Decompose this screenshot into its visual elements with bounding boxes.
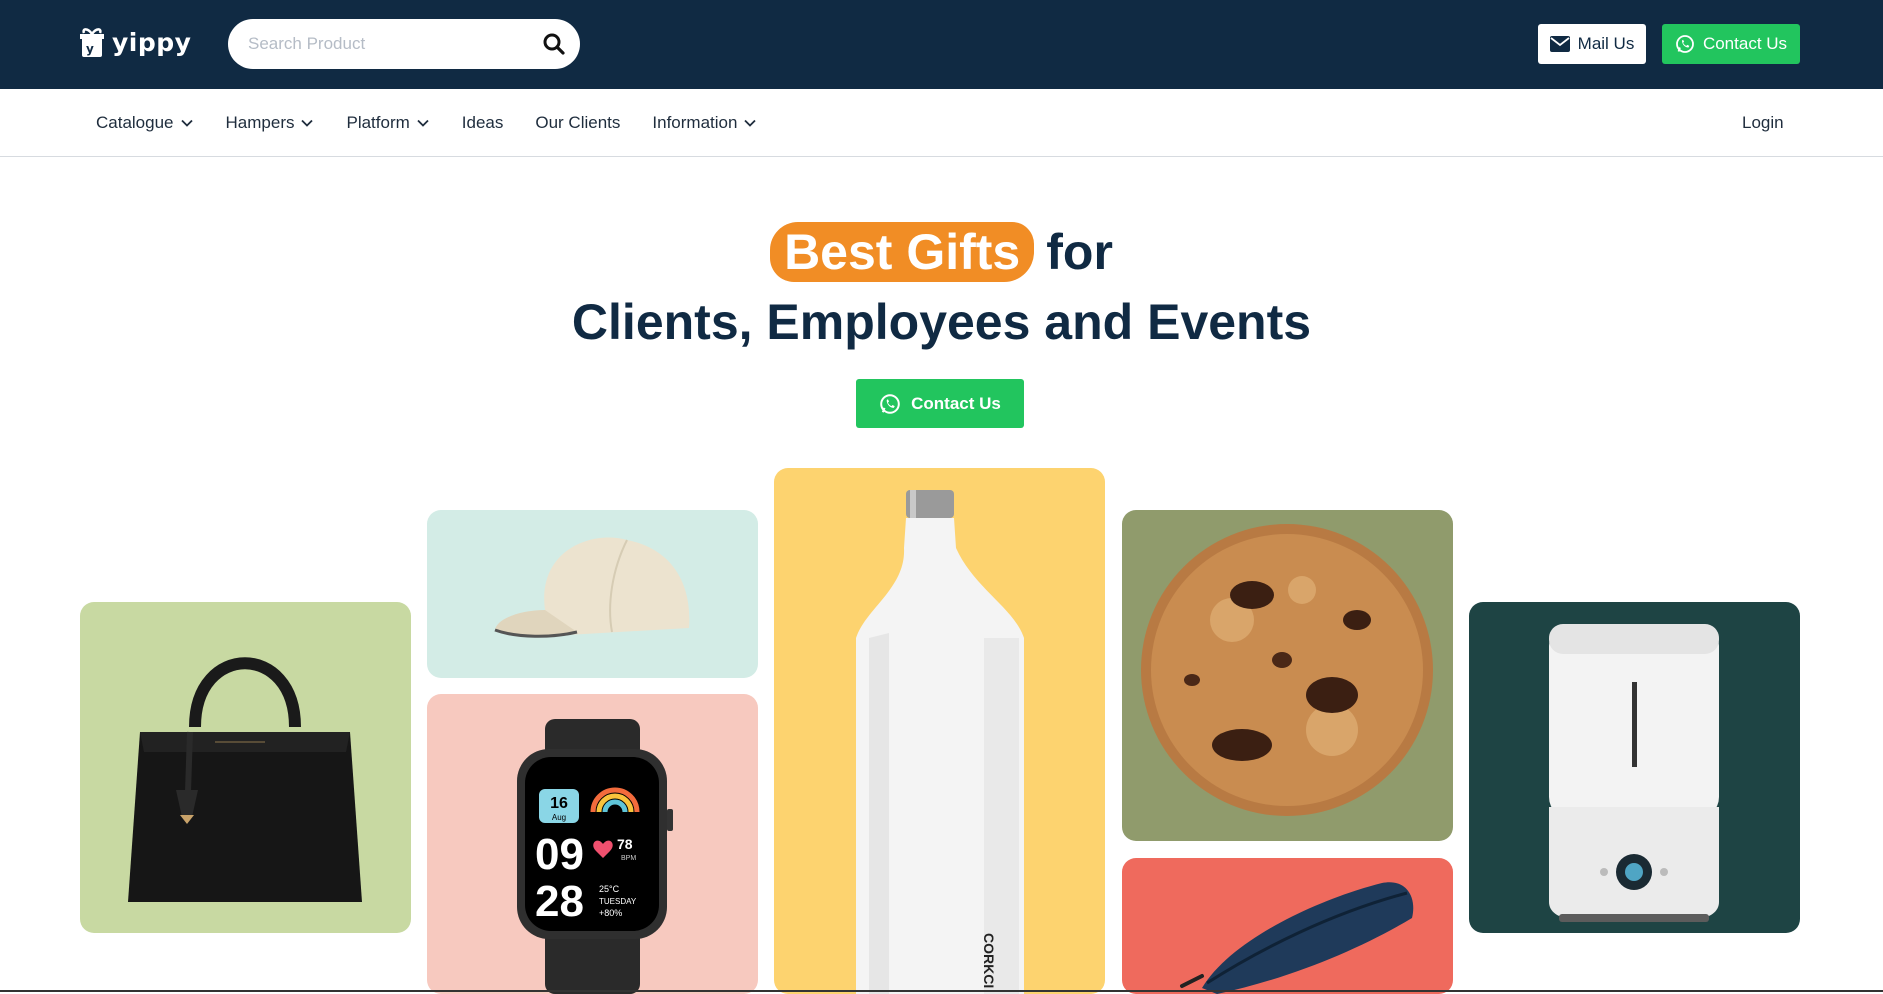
- watch-date: 16: [550, 795, 568, 812]
- hero-title-rest: for: [1046, 224, 1113, 280]
- chevron-down-icon: [417, 119, 429, 127]
- gift-logo-icon: y: [80, 28, 104, 57]
- pouch-image: [1180, 882, 1414, 994]
- logo[interactable]: y yippy: [78, 26, 191, 58]
- product-card-smartwatch[interactable]: 16 Aug 09 28 78 BPM 25°C TUESDAY +80%: [427, 694, 758, 994]
- nav-item-our-clients[interactable]: Our Clients: [535, 113, 620, 133]
- chevron-down-icon: [744, 119, 757, 127]
- watch-minute: 28: [535, 877, 584, 926]
- nav-item-label: Our Clients: [535, 113, 621, 132]
- watch-day: TUESDAY: [599, 897, 637, 906]
- cookie-image: [1141, 524, 1433, 816]
- handbag-image: [128, 657, 362, 902]
- nav-item-platform[interactable]: Platform: [346, 113, 429, 133]
- watch-humidity: +80%: [599, 908, 622, 918]
- humidifier-image: [1549, 624, 1719, 922]
- hero-subtitle: Clients, Employees and Events: [571, 294, 1312, 350]
- nav-item-label: Hampers: [225, 113, 295, 132]
- hero-contact-label: Contact Us: [911, 393, 1001, 413]
- product-card-bottle[interactable]: CORKCI: [774, 468, 1105, 994]
- chevron-down-icon: [180, 119, 193, 127]
- search-icon[interactable]: [542, 32, 566, 56]
- bottle-image: CORKCI: [856, 490, 1024, 994]
- svg-text:y: y: [86, 42, 94, 56]
- hero-title: Best Gifts for: [0, 222, 1883, 282]
- watch-month: Aug: [552, 813, 566, 822]
- nav-item-label: Information: [652, 113, 738, 132]
- top-bar: y yippy Mail Us Contact Us: [0, 0, 1883, 89]
- cap-image: [494, 537, 690, 638]
- watch-hour: 09: [535, 830, 584, 879]
- product-card-cookie[interactable]: [1122, 510, 1453, 841]
- whatsapp-icon: [1676, 35, 1694, 53]
- nav-item-label: Platform: [346, 113, 410, 132]
- whatsapp-icon: [880, 393, 900, 414]
- logo-text: yippy: [112, 27, 192, 57]
- watch-bpm-unit: BPM: [621, 855, 636, 862]
- hero-contact-button[interactable]: Contact Us: [856, 379, 1024, 428]
- nav-item-information[interactable]: Information: [652, 113, 757, 133]
- mail-us-label: Mail Us: [1577, 34, 1635, 53]
- nav-item-ideas[interactable]: Ideas: [462, 113, 504, 133]
- nav-item-label: Catalogue: [96, 113, 174, 132]
- bottle-brand: CORKCI: [981, 933, 997, 988]
- mail-icon: [1549, 36, 1570, 52]
- page-divider: [0, 990, 1883, 992]
- product-card-handbag[interactable]: [80, 602, 411, 933]
- smartwatch-image: 16 Aug 09 28 78 BPM 25°C TUESDAY +80%: [517, 719, 673, 994]
- product-card-pouch[interactable]: [1122, 858, 1453, 994]
- main-nav: Catalogue Hampers Platform Ideas Our Cli…: [0, 89, 1883, 157]
- chevron-down-icon: [301, 119, 314, 127]
- login-link[interactable]: Login: [1742, 89, 1784, 157]
- watch-bpm: 78: [617, 836, 633, 852]
- watch-temp: 25°C: [599, 884, 620, 894]
- product-card-cap[interactable]: [427, 510, 758, 678]
- product-card-humidifier[interactable]: [1469, 602, 1800, 933]
- mail-us-button[interactable]: Mail Us: [1538, 24, 1646, 64]
- hero-highlight: Best Gifts: [770, 222, 1035, 282]
- search-box: [228, 19, 580, 69]
- nav-item-hampers[interactable]: Hampers: [226, 113, 315, 133]
- nav-item-label: Ideas: [461, 113, 504, 132]
- nav-item-catalogue[interactable]: Catalogue: [96, 113, 194, 133]
- search-input[interactable]: [248, 19, 538, 69]
- contact-us-button[interactable]: Contact Us: [1662, 24, 1800, 64]
- contact-us-label: Contact Us: [1702, 34, 1788, 53]
